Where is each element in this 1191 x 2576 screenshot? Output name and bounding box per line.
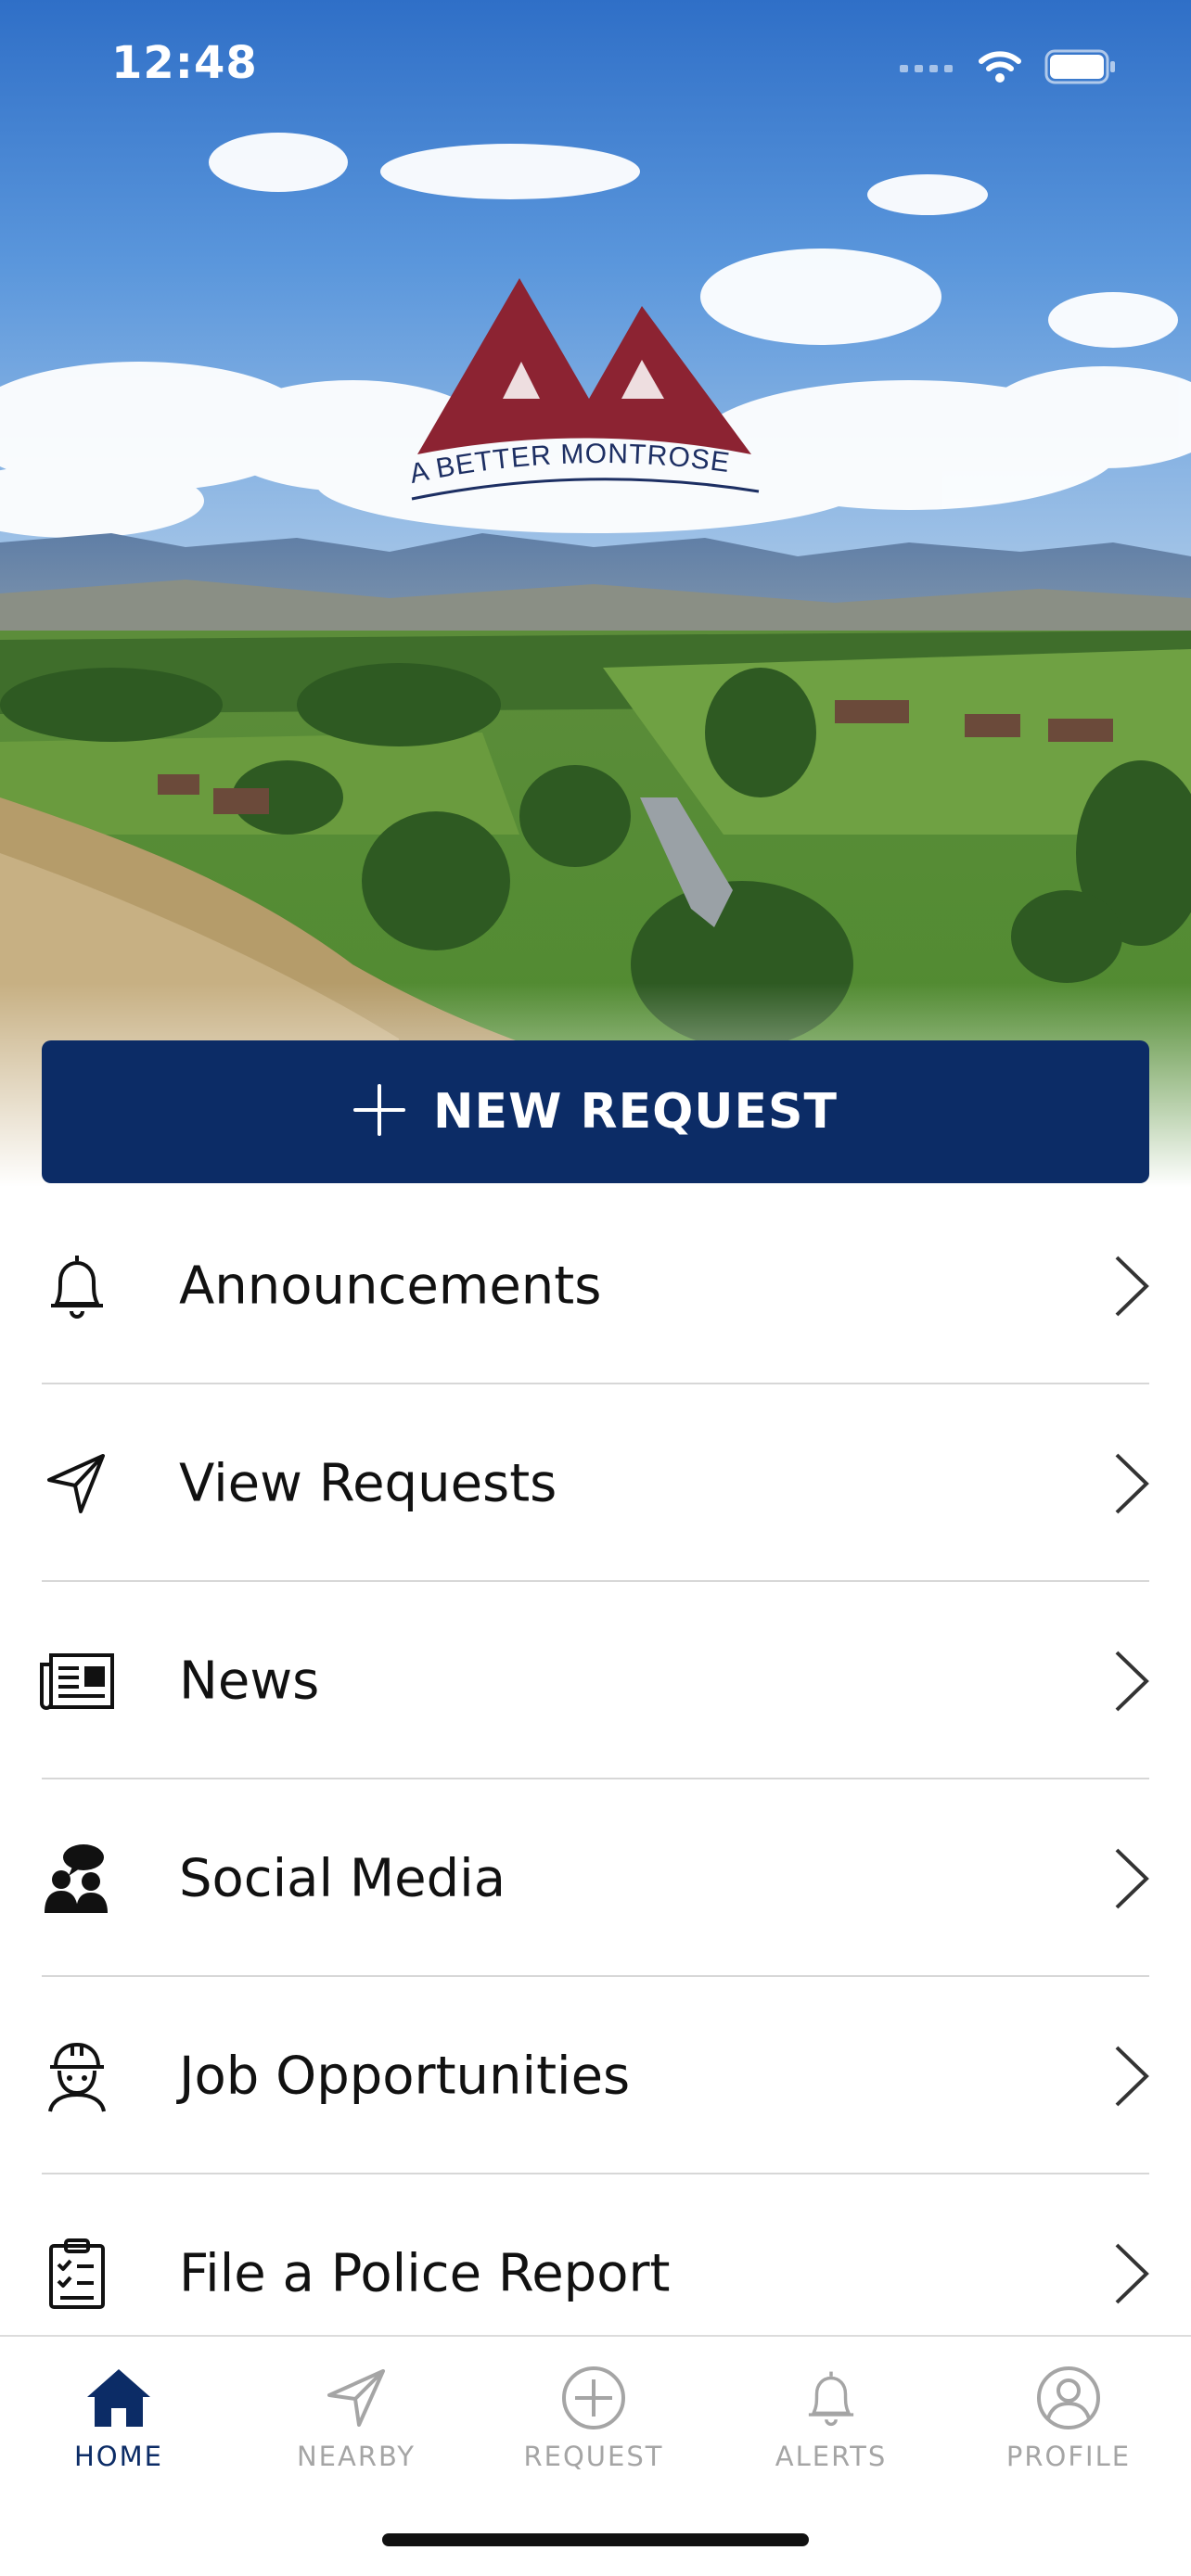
tab-home[interactable]: HOME: [0, 2337, 237, 2504]
status-time: 12:48: [111, 37, 258, 89]
home-menu-list: Announcements View Requests News Social …: [0, 1187, 1191, 2372]
bell-icon: [37, 1246, 117, 1326]
battery-icon: [1044, 49, 1117, 88]
user-circle-icon: [1031, 2363, 1106, 2433]
chevron-right-icon: [1115, 1453, 1149, 1513]
tab-request[interactable]: REQUEST: [475, 2337, 712, 2504]
tab-alerts[interactable]: ALERTS: [712, 2337, 950, 2504]
tab-label: NEARBY: [296, 2441, 416, 2472]
tab-label: HOME: [74, 2441, 163, 2472]
hardhat-worker-icon: [37, 2036, 117, 2116]
tab-label: PROFILE: [1005, 2441, 1132, 2472]
menu-item-label: View Requests: [179, 1453, 557, 1513]
menu-item-label: News: [179, 1651, 320, 1711]
home-icon: [82, 2363, 156, 2433]
chevron-right-icon: [1115, 1848, 1149, 1908]
clipboard-checklist-icon: [37, 2234, 117, 2314]
hero-banner: 12:48 A BETTER MONTROSE NEW REQUEST: [0, 0, 1191, 1187]
montrose-mountain-logo-mark: A BETTER MONTROSE: [407, 278, 760, 501]
send-arrow-icon: [37, 1444, 117, 1524]
tab-label: REQUEST: [523, 2441, 664, 2472]
tab-nearby[interactable]: NEARBY: [237, 2337, 475, 2504]
menu-item-view-requests[interactable]: View Requests: [0, 1384, 1191, 1582]
landscape-photo: [0, 0, 1191, 1187]
new-request-label: NEW REQUEST: [433, 1084, 838, 1140]
menu-item-announcements[interactable]: Announcements: [0, 1187, 1191, 1384]
chevron-right-icon: [1115, 1651, 1149, 1711]
plus-icon: [353, 1084, 406, 1140]
montrose-logo: A BETTER MONTROSE: [399, 269, 770, 514]
menu-item-label: Announcements: [179, 1256, 602, 1316]
people-chat-icon: [37, 1839, 117, 1919]
home-indicator[interactable]: [382, 2533, 809, 2546]
menu-item-social-media[interactable]: Social Media: [0, 1779, 1191, 1977]
status-icons: [900, 48, 1117, 89]
wifi-icon: [976, 48, 1024, 89]
chevron-right-icon: [1115, 1256, 1149, 1316]
bell-icon: [794, 2363, 868, 2433]
tab-profile[interactable]: PROFILE: [950, 2337, 1187, 2504]
chevron-right-icon: [1115, 2243, 1149, 2303]
newspaper-icon: [37, 1641, 117, 1721]
menu-item-news[interactable]: News: [0, 1582, 1191, 1779]
cellular-signal-icon: [900, 60, 955, 78]
tab-label: ALERTS: [775, 2441, 888, 2472]
menu-item-job-opportunities[interactable]: Job Opportunities: [0, 1977, 1191, 2174]
menu-item-label: File a Police Report: [179, 2243, 671, 2303]
plus-circle-icon: [557, 2363, 631, 2433]
chevron-right-icon: [1115, 2046, 1149, 2106]
location-arrow-icon: [319, 2363, 393, 2433]
status-bar: 12:48: [0, 0, 1191, 130]
menu-item-label: Social Media: [179, 1848, 506, 1908]
menu-item-label: Job Opportunities: [179, 2046, 631, 2106]
new-request-button[interactable]: NEW REQUEST: [42, 1040, 1149, 1183]
